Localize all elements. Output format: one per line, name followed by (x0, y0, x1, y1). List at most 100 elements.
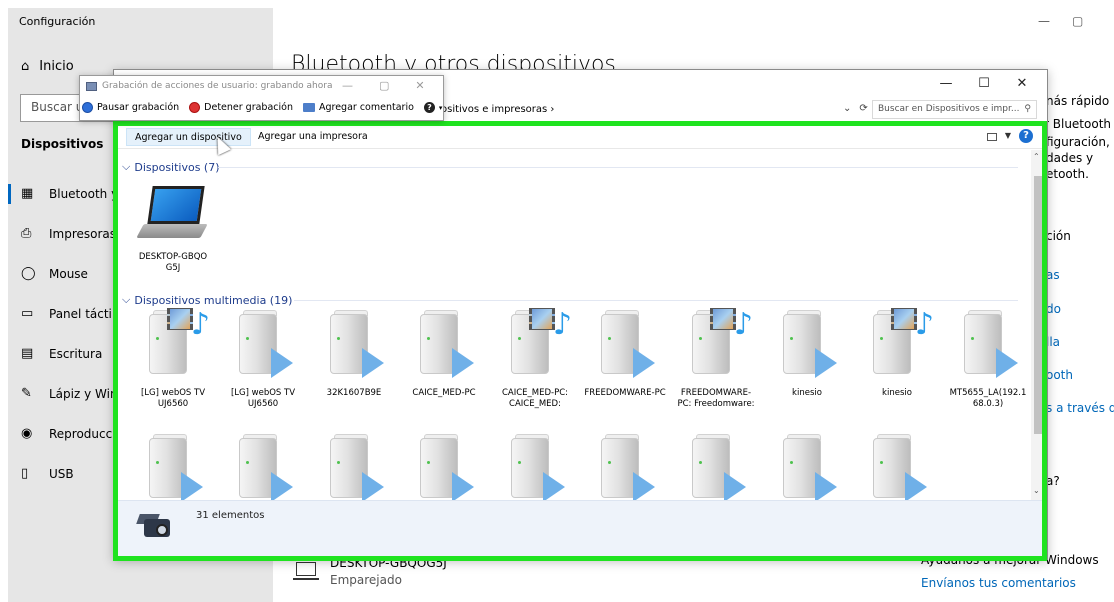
device-label: CAICE_MED-PC (412, 388, 476, 398)
psr-close-button[interactable]: ✕ (415, 79, 424, 92)
refresh-icon[interactable]: ⟳ (859, 103, 867, 114)
sidebar-item-label: USB (49, 466, 74, 481)
multimedia-device-item[interactable] (132, 432, 214, 500)
multimedia-device-item[interactable] (494, 432, 576, 500)
bluetooth-desc-1: r Bluetooth (1044, 117, 1112, 131)
multimedia-device-item[interactable]: CAICE_MED-PC (403, 308, 485, 399)
scroll-up-icon[interactable]: ⌃ (1033, 152, 1040, 161)
bluetooth-desc-3: dades y (1046, 151, 1094, 165)
sidebar-item-label: Inicio (39, 59, 74, 74)
multimedia-device-item[interactable]: ♪ kinesio (856, 308, 938, 399)
mouse-icon: ◯ (21, 266, 36, 281)
sidebar-item-home[interactable]: ⌂ Inicio (21, 59, 74, 74)
multimedia-device-item[interactable] (584, 432, 666, 500)
paired-device-item[interactable]: DESKTOP-GBQOG5J Emparejado (293, 556, 447, 587)
home-icon: ⌂ (21, 59, 30, 74)
multimedia-device-item[interactable]: 32K1607B9E (313, 308, 395, 399)
help-icon[interactable]: ? (1019, 129, 1033, 143)
related-link-5[interactable]: s a través de (1046, 401, 1114, 415)
device-label: [LG] webOS TV UJ6560 (140, 388, 206, 409)
steps-recorder-window: Grabación de acciones de usuario: graban… (79, 75, 444, 121)
device-label: FREEDOMWARE-PC (584, 388, 666, 398)
sidebar-item-label: Panel táctil (49, 306, 116, 321)
device-item[interactable]: DESKTOP-GBQO G5J (132, 182, 214, 274)
scrollbar-thumb[interactable] (1034, 176, 1042, 434)
media-device-icon (412, 308, 476, 384)
sidebar-item-7[interactable]: ◉ Reproducció (21, 426, 123, 441)
multimedia-device-item[interactable]: [LG] webOS TV UJ6560 (222, 308, 304, 410)
multimedia-device-item[interactable] (403, 432, 485, 500)
multimedia-device-item[interactable]: FREEDOMWARE-PC (584, 308, 666, 399)
add-comment-button[interactable]: Agregar comentario (302, 102, 414, 113)
group-divider (294, 300, 1018, 301)
address-dropdown-icon[interactable]: ⌄ (843, 103, 851, 114)
related-link-3[interactable]: lla (1046, 335, 1060, 349)
stop-recording-button[interactable]: Detener grabación (189, 102, 293, 113)
feedback-link[interactable]: Envíanos tus comentarios (921, 576, 1076, 590)
chevron-down-icon: ⌵ (122, 293, 131, 306)
pause-recording-button[interactable]: Pausar grabación (82, 102, 179, 113)
item-count: 31 elementos (196, 510, 265, 521)
close-button[interactable]: ✕ (1003, 74, 1041, 94)
sidebar-item-3[interactable]: ◯ Mouse (21, 266, 88, 281)
help-question-text: a? (1046, 474, 1060, 488)
sidebar-item-5[interactable]: ▤ Escritura (21, 346, 102, 361)
group-header-devices[interactable]: ⌵ Dispositivos (7) (122, 160, 220, 174)
sidebar-item-label: Escritura (49, 346, 103, 361)
stop-icon (189, 102, 201, 113)
change-view-icon[interactable] (987, 133, 997, 141)
keyboard-icon: ▤ (21, 346, 34, 361)
sidebar-item-1[interactable]: ▦ Bluetooth y (21, 186, 118, 201)
sidebar-item-6[interactable]: ✎ Lápiz y Winc (21, 386, 124, 401)
settings-minimize-button[interactable]: — (1038, 14, 1050, 28)
multimedia-device-item[interactable] (766, 432, 848, 500)
view-options-dropdown-icon[interactable]: ▼ (1005, 131, 1011, 140)
media-device-icon (322, 308, 386, 384)
related-link-2[interactable]: do (1046, 302, 1061, 316)
related-link-4[interactable]: ooth (1046, 368, 1073, 382)
media-server-icon: ♪ (141, 308, 210, 384)
related-link-1[interactable]: as (1046, 268, 1060, 282)
multimedia-device-item[interactable] (856, 432, 938, 500)
maximize-button[interactable]: ☐ (965, 74, 1003, 94)
settings-restore-button[interactable]: ▢ (1072, 14, 1083, 28)
group-header-multimedia[interactable]: ⌵ Dispositivos multimedia (19) (122, 293, 292, 307)
media-device-icon (593, 308, 657, 384)
multimedia-device-item[interactable] (313, 432, 395, 500)
steps-recorder-titlebar: Grabación de acciones de usuario: graban… (86, 81, 332, 91)
multimedia-device-item[interactable] (675, 432, 757, 500)
device-label: DESKTOP-GBQO G5J (138, 252, 208, 273)
media-server-icon: ♪ (865, 308, 934, 384)
bluetooth-desc-2: figuración, (1046, 135, 1110, 149)
help-icon: ? (423, 102, 435, 113)
media-device-icon (141, 432, 205, 500)
related-settings-title: ción (1046, 229, 1071, 243)
psr-help-button[interactable]: ? ▾ (423, 102, 442, 113)
sidebar-item-4[interactable]: ▭ Panel táctil (21, 306, 115, 321)
multimedia-device-item[interactable]: ♪ CAICE_MED-PC: CAICE_MED: (494, 308, 576, 410)
media-device-icon (775, 308, 839, 384)
multimedia-device-item[interactable]: ♪ FREEDOMWARE-PC: Freedomware: (675, 308, 757, 410)
bluetooth-desc-4: etooth. (1046, 167, 1089, 181)
explorer-search-input[interactable]: Buscar en Dispositivos e impr... ⚲ (872, 100, 1037, 119)
psr-minimize-button[interactable]: — (342, 79, 353, 92)
device-label: MT5655_LA(192.168.0.3) (949, 388, 1027, 409)
quick-connect-text: nás rápido (1046, 94, 1110, 108)
sidebar-item-label: Mouse (49, 266, 88, 281)
comment-icon (302, 103, 315, 112)
minimize-button[interactable]: — (927, 74, 965, 94)
vertical-scrollbar[interactable]: ⌃ ⌄ (1031, 150, 1045, 500)
scroll-down-icon[interactable]: ⌄ (1033, 486, 1040, 495)
sidebar-item-8[interactable]: ▯ USB (21, 466, 74, 481)
stop-label: Detener grabación (204, 102, 293, 113)
multimedia-device-item[interactable]: ♪ [LG] webOS TV UJ6560 (132, 308, 214, 410)
breadcrumb[interactable]: ositivos e impresoras › (441, 104, 554, 115)
add-device-button[interactable]: Agregar un dispositivo (126, 128, 251, 146)
psr-maximize-button[interactable]: ▢ (379, 79, 389, 92)
group-title-devices: Dispositivos (7) (134, 160, 220, 174)
multimedia-device-item[interactable] (222, 432, 304, 500)
add-printer-button[interactable]: Agregar una impresora (250, 128, 376, 146)
multimedia-device-item[interactable]: MT5655_LA(192.168.0.3) (947, 308, 1029, 410)
multimedia-device-item[interactable]: kinesio (766, 308, 848, 399)
sidebar-item-2[interactable]: ⎙ Impresoras y (21, 226, 127, 241)
